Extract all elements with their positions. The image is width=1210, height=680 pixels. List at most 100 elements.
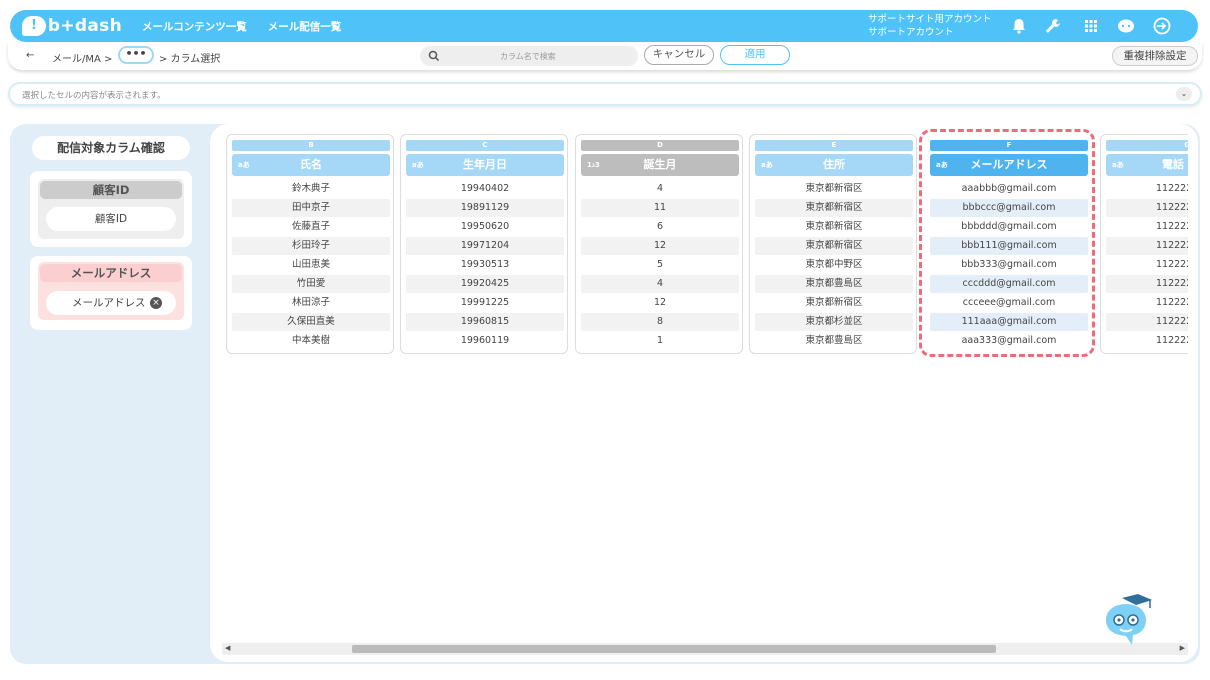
table-cell[interactable]: 19920425 <box>406 275 564 293</box>
target-column-header: メールアドレス <box>40 264 182 282</box>
data-column-g[interactable]: Gaあ電話11222211222211222211222211222211222… <box>1100 134 1188 354</box>
table-cell[interactable]: 東京都新宿区 <box>755 218 913 236</box>
target-column-chip[interactable]: メールアドレス × <box>46 291 176 315</box>
table-cell[interactable]: 19971204 <box>406 237 564 255</box>
logo-mark-icon: ! <box>22 16 46 36</box>
back-arrow-icon[interactable]: ← <box>26 50 34 61</box>
column-header[interactable]: aあ 生年月日 <box>406 154 564 176</box>
breadcrumb-ellipsis-button[interactable]: ••• <box>118 46 154 64</box>
table-cell[interactable]: 19930513 <box>406 256 564 274</box>
column-letter: D <box>581 140 739 151</box>
dedup-settings-button[interactable]: 重複排除設定 <box>1112 46 1198 66</box>
logout-icon[interactable] <box>1152 17 1172 35</box>
table-cell[interactable]: 19991225 <box>406 294 564 312</box>
table-cell[interactable]: 東京都杉並区 <box>755 313 913 331</box>
cell-content-placeholder: 選択したセルの内容が表示されます。 <box>22 91 166 101</box>
table-cell[interactable]: 4 <box>581 275 739 293</box>
column-type-icon: 1₂3 <box>587 161 600 169</box>
table-cell[interactable]: 竹田愛 <box>232 275 390 293</box>
account-info[interactable]: サポートサイト用アカウント サポートアカウント <box>868 13 992 39</box>
table-cell[interactable]: 中本美樹 <box>232 332 390 350</box>
table-cell[interactable]: 東京都豊島区 <box>755 275 913 293</box>
horizontal-scrollbar[interactable]: ◀ ▶ <box>222 643 1188 655</box>
table-cell[interactable]: 19891129 <box>406 199 564 217</box>
table-cell[interactable]: 112222 <box>1106 332 1188 350</box>
column-type-icon: aあ <box>412 161 424 169</box>
account-line1: サポートサイト用アカウント <box>868 14 992 25</box>
cell-content-bar[interactable]: 選択したセルの内容が表示されます。 ⌄ <box>8 82 1202 106</box>
table-cell[interactable]: 久保田直美 <box>232 313 390 331</box>
table-cell[interactable]: 5 <box>581 256 739 274</box>
apps-grid-icon[interactable] <box>1082 17 1100 35</box>
column-header[interactable]: aあ 電話 <box>1106 154 1188 176</box>
table-cell[interactable]: 112222 <box>1106 218 1188 236</box>
table-cell[interactable]: 112222 <box>1106 237 1188 255</box>
table-cell[interactable]: 東京都新宿区 <box>755 180 913 198</box>
table-cell[interactable]: 19940402 <box>406 180 564 198</box>
table-cell[interactable]: 19960119 <box>406 332 564 350</box>
column-search-input[interactable]: カラム名で検索 <box>420 46 638 66</box>
target-column-chip-label: メールアドレス <box>72 297 146 309</box>
table-cell[interactable]: 8 <box>581 313 739 331</box>
column-type-icon: aあ <box>761 161 773 169</box>
table-cell[interactable]: 杉田玲子 <box>232 237 390 255</box>
target-column-card-email: メールアドレス メールアドレス × <box>30 256 192 330</box>
breadcrumb-mail-ma[interactable]: メール/MA > <box>52 50 112 65</box>
chevron-down-icon[interactable]: ⌄ <box>1176 87 1192 101</box>
toolbar-row: ← メール/MA > ••• > カラム選択 カラム名で検索 キャンセル 適用 … <box>8 42 1202 70</box>
remove-icon[interactable]: × <box>150 297 162 309</box>
mascot-icon[interactable] <box>1094 590 1160 656</box>
data-column-b[interactable]: Baあ 氏名 鈴木典子 田中京子 佐藤直子 杉田玲子 山田恵美 竹田愛 林田涼子 久保田直美 中本美… <box>226 134 394 354</box>
bell-icon[interactable] <box>1010 17 1028 35</box>
column-header[interactable]: 1₂3 誕生月 <box>581 154 739 176</box>
table-cell[interactable]: 112222 <box>1106 294 1188 312</box>
table-cell[interactable]: 112222 <box>1106 256 1188 274</box>
table-cell[interactable]: 112222 <box>1106 180 1188 198</box>
table-cell[interactable]: 19950620 <box>406 218 564 236</box>
table-cell[interactable]: 山田恵美 <box>232 256 390 274</box>
target-column-card-customer-id: 顧客ID 顧客ID <box>30 171 192 247</box>
scroll-left-icon[interactable]: ◀ <box>225 644 230 652</box>
column-name: 生年月日 <box>463 158 507 171</box>
table-cell[interactable]: 112222 <box>1106 275 1188 293</box>
table-cell[interactable]: 19960815 <box>406 313 564 331</box>
account-line2: サポートアカウント <box>868 27 954 38</box>
chat-icon[interactable] <box>1116 17 1136 35</box>
wrench-icon[interactable] <box>1044 17 1062 35</box>
nav-mail-contents[interactable]: メールコンテンツ一覧 <box>142 19 247 34</box>
table-cell[interactable]: 11 <box>581 199 739 217</box>
apply-button[interactable]: 適用 <box>720 45 790 65</box>
cancel-button[interactable]: キャンセル <box>644 45 714 65</box>
table-cell[interactable]: 東京都豊島区 <box>755 332 913 350</box>
table-cell[interactable]: 4 <box>581 180 739 198</box>
table-cell[interactable]: 東京都中野区 <box>755 256 913 274</box>
table-cell[interactable]: 112222 <box>1106 199 1188 217</box>
column-name: 誕生月 <box>643 158 677 171</box>
column-type-icon: aあ <box>238 161 250 169</box>
table-cell[interactable]: 東京都新宿区 <box>755 237 913 255</box>
table-cell[interactable]: 112222 <box>1106 313 1188 331</box>
table-cell[interactable]: 1 <box>581 332 739 350</box>
table-cell[interactable]: 東京都新宿区 <box>755 294 913 312</box>
target-column-chip[interactable]: 顧客ID <box>46 207 176 231</box>
table-cell[interactable]: 佐藤直子 <box>232 218 390 236</box>
table-cell[interactable]: 田中京子 <box>232 199 390 217</box>
table-cell[interactable]: 東京都新宿区 <box>755 199 913 217</box>
table-cell[interactable]: 鈴木典子 <box>232 180 390 198</box>
logo-text: b+dash <box>47 16 122 36</box>
table-cell[interactable]: 12 <box>581 237 739 255</box>
scroll-right-icon[interactable]: ▶ <box>1180 644 1185 652</box>
table-cell[interactable]: 12 <box>581 294 739 312</box>
column-letter: C <box>406 140 564 151</box>
column-header[interactable]: aあ 住所 <box>755 154 913 176</box>
table-cell[interactable]: 6 <box>581 218 739 236</box>
table-cell[interactable]: 林田涼子 <box>232 294 390 312</box>
scrollbar-thumb[interactable] <box>352 645 996 653</box>
data-column-d[interactable]: D 1₂3 誕生月 4 11 6 12 5 4 12 8 1 <box>575 134 743 354</box>
column-header[interactable]: aあ 氏名 <box>232 154 390 176</box>
column-name: 電話 <box>1162 158 1184 171</box>
data-column-e[interactable]: Eaあ 住所 東京都新宿区 東京都新宿区 東京都新宿区 東京都新宿区 東京都中野区 東京都豊島… <box>749 134 917 354</box>
nav-mail-delivery[interactable]: メール配信一覧 <box>268 19 342 34</box>
data-column-c[interactable]: Caあ 生年月日 19940402 19891129 19950620 19971204 1… <box>400 134 568 354</box>
logo[interactable]: ! b+dash <box>22 16 122 36</box>
